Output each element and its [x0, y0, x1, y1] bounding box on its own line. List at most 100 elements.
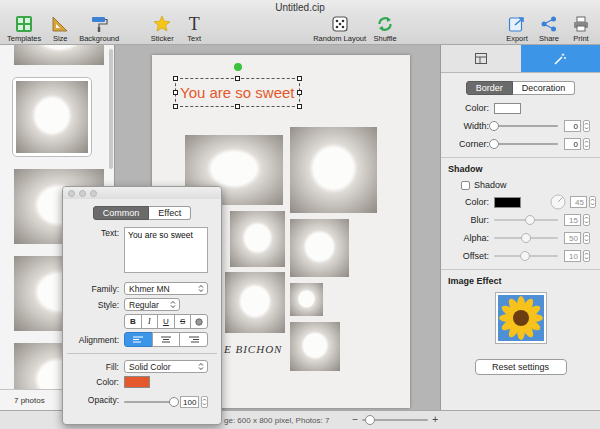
shadow-checkbox-row[interactable]: Shadow: [445, 177, 596, 193]
collage-photo[interactable]: [290, 283, 323, 316]
number-value[interactable]: 100: [180, 396, 199, 408]
stepper-icon[interactable]: [201, 396, 208, 408]
stepper-icon[interactable]: [589, 196, 596, 208]
slider[interactable]: [494, 139, 558, 149]
toolbar-button[interactable]: Print: [566, 14, 596, 43]
number-field[interactable]: 0: [564, 138, 590, 150]
resize-handle[interactable]: [173, 76, 178, 81]
reset-settings-button[interactable]: Reset settings: [475, 359, 567, 375]
panel-tab[interactable]: Effect: [149, 206, 191, 220]
stepper-icon[interactable]: [583, 214, 590, 226]
number-value[interactable]: 15: [564, 214, 581, 226]
slider[interactable]: [494, 233, 558, 243]
panel-tab[interactable]: Common: [93, 206, 150, 220]
text-input[interactable]: You are so sweet: [124, 227, 208, 273]
align-button[interactable]: [124, 332, 153, 347]
number-value[interactable]: 45: [570, 196, 587, 208]
format-button[interactable]: [190, 314, 208, 329]
panel-tab[interactable]: [441, 45, 521, 72]
fill-dropdown[interactable]: Solid Color: [124, 360, 208, 373]
toolbar-button[interactable]: Templates: [5, 14, 43, 43]
slider-knob[interactable]: [489, 121, 499, 131]
panel-title-bar[interactable]: [63, 187, 221, 199]
segment-button[interactable]: Border: [466, 81, 513, 95]
toolbar-button[interactable]: Size: [45, 14, 75, 43]
toolbar-button[interactable]: Shuffle: [370, 14, 400, 43]
slider-knob[interactable]: [521, 233, 531, 243]
toolbar-button[interactable]: Share: [534, 14, 564, 43]
collage-photo[interactable]: [290, 127, 377, 213]
slider[interactable]: [494, 121, 558, 131]
number-field[interactable]: 0: [564, 120, 590, 132]
number-value[interactable]: 50: [564, 232, 581, 244]
toolbar-button[interactable]: Background: [77, 14, 121, 43]
zoom-out-button[interactable]: −: [352, 415, 358, 425]
segment-button[interactable]: Decoration: [513, 81, 576, 95]
rotate-handle[interactable]: [234, 63, 242, 71]
title-text-box[interactable]: You are so sweet: [175, 78, 300, 107]
scrollbar[interactable]: [109, 49, 113, 169]
stepper-icon[interactable]: [583, 120, 590, 132]
resize-handle[interactable]: [297, 90, 302, 95]
slider-knob[interactable]: [365, 415, 375, 425]
slider-knob[interactable]: [525, 215, 535, 225]
angle-dial-icon[interactable]: [550, 194, 566, 210]
number-field[interactable]: 10: [564, 250, 590, 262]
toolbar-button[interactable]: T Text: [179, 14, 209, 43]
zoom-slider[interactable]: [362, 415, 428, 425]
slider[interactable]: [494, 251, 558, 261]
stepper-icon[interactable]: [583, 250, 590, 262]
number-field[interactable]: 100: [180, 396, 208, 408]
resize-handle[interactable]: [297, 104, 302, 109]
image-effect-button[interactable]: [495, 292, 547, 344]
number-value[interactable]: 10: [564, 250, 581, 262]
number-field[interactable]: 45: [570, 196, 596, 208]
format-button[interactable]: I: [141, 314, 159, 329]
align-button[interactable]: [152, 332, 181, 347]
photo-thumbnail[interactable]: [12, 77, 92, 157]
format-button[interactable]: B: [124, 314, 142, 329]
text-panel-window[interactable]: CommonEffect Text: You are so sweet Fami…: [62, 186, 222, 425]
color-swatch[interactable]: [494, 103, 521, 114]
panel-tab[interactable]: [521, 45, 600, 72]
minimize-button[interactable]: [79, 190, 86, 197]
setting-row: Offset: 10: [445, 247, 596, 265]
collage-photo[interactable]: [225, 272, 285, 333]
collage-photo[interactable]: [230, 211, 285, 267]
resize-handle[interactable]: [235, 76, 240, 81]
slider-knob[interactable]: [489, 139, 499, 149]
caption-text[interactable]: E BICHON: [224, 343, 282, 355]
number-field[interactable]: 15: [564, 214, 590, 226]
number-value[interactable]: 0: [564, 138, 581, 150]
toolbar-button[interactable]: Export: [502, 14, 532, 43]
toolbar-button[interactable]: Sticker: [147, 14, 177, 43]
resize-handle[interactable]: [297, 76, 302, 81]
opacity-slider[interactable]: [124, 397, 174, 407]
slider-knob[interactable]: [520, 251, 530, 261]
slider-knob[interactable]: [169, 397, 179, 407]
zoom-in-button[interactable]: +: [432, 415, 438, 425]
close-button[interactable]: [68, 190, 75, 197]
color-swatch[interactable]: [494, 197, 521, 208]
zoom-button[interactable]: [90, 190, 97, 197]
resize-handle[interactable]: [235, 104, 240, 109]
format-button[interactable]: S: [174, 314, 192, 329]
format-button[interactable]: U: [157, 314, 175, 329]
checkbox[interactable]: [461, 181, 470, 190]
photo-thumbnail[interactable]: [14, 45, 104, 65]
number-field[interactable]: 50: [564, 232, 590, 244]
collage-photo[interactable]: [290, 322, 340, 371]
number-value[interactable]: 0: [564, 120, 581, 132]
dropdown-arrows-icon: [198, 362, 204, 371]
stepper-icon[interactable]: [583, 138, 590, 150]
font-family-dropdown[interactable]: Khmer MN: [124, 282, 208, 295]
font-style-dropdown[interactable]: Regular: [124, 298, 180, 311]
color-swatch[interactable]: [124, 376, 150, 388]
stepper-icon[interactable]: [583, 232, 590, 244]
collage-photo[interactable]: [290, 219, 349, 277]
align-button[interactable]: [179, 332, 208, 347]
toolbar-button[interactable]: Random Layout: [311, 14, 368, 43]
slider[interactable]: [494, 215, 558, 225]
resize-handle[interactable]: [173, 104, 178, 109]
resize-handle[interactable]: [173, 90, 178, 95]
